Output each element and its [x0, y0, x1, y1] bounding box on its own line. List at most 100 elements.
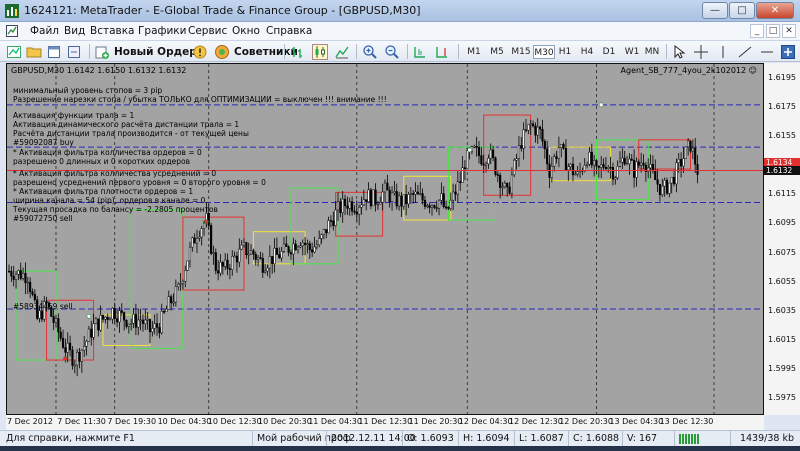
timeframe-h4[interactable]: H4 [579, 45, 595, 59]
timeframe-m5[interactable]: M5 [489, 45, 505, 59]
candle-body [177, 284, 180, 287]
candle-body [69, 342, 72, 351]
candle-body [461, 167, 464, 183]
ea-info-line: Текущая просадка по балансу = -2.2805 пр… [13, 205, 218, 214]
price-scale[interactable]: 1.61951.61751.61551.61351.61151.60951.60… [764, 63, 800, 415]
horizontal-line-tool-button[interactable] [759, 43, 775, 60]
line-chart-button[interactable] [334, 43, 350, 60]
candle-body [254, 253, 257, 260]
candle-body [383, 182, 387, 193]
zoom-out-button[interactable] [384, 43, 400, 60]
candle-body [672, 176, 676, 185]
candle-body [160, 311, 163, 334]
line-chart-icon [335, 46, 349, 58]
vertical-line-tool-button[interactable] [715, 43, 731, 60]
mdi-restore-button[interactable]: □ [766, 24, 780, 38]
bid-price-tag: 1.6134 [764, 157, 800, 167]
candlestick-button[interactable] [312, 43, 328, 60]
chart-window[interactable]: GBPUSD,M30 1.6142 1.6150 1.6132 1.6132 A… [0, 62, 800, 430]
new-chart-button[interactable] [6, 43, 22, 60]
mdi-minimize-button[interactable]: _ [750, 24, 764, 38]
navigator-button[interactable] [66, 43, 82, 60]
candle-body [687, 140, 690, 148]
candle-body [492, 149, 495, 159]
candle-body [163, 311, 166, 313]
market-watch-button[interactable] [46, 43, 62, 60]
timeframe-m30[interactable]: M30 [533, 45, 555, 59]
candle-body [419, 193, 422, 195]
candle-body [134, 314, 137, 328]
candle-body [590, 151, 593, 166]
minimize-button[interactable]: — [702, 2, 728, 19]
timeframe-m1[interactable]: M1 [466, 45, 482, 59]
timeframe-w1[interactable]: W1 [623, 45, 641, 59]
timeframe-m15[interactable]: M15 [511, 45, 531, 59]
new-order-button[interactable]: Новый Ордер [94, 43, 197, 60]
menu-tools[interactable]: Сервис [188, 25, 227, 37]
candle-body [536, 126, 539, 136]
candle-body [207, 213, 210, 226]
candle-body [92, 323, 95, 338]
candle-body [221, 262, 224, 267]
price-scale-label: 1.6195 [768, 72, 796, 82]
time-scale-label: 7 Dec 19:30 [107, 417, 157, 426]
price-scale-label: 1.6115 [768, 189, 796, 199]
candle-body [165, 308, 168, 312]
chart-canvas[interactable]: GBPUSD,M30 1.6142 1.6150 1.6132 1.6132 A… [6, 63, 764, 415]
bar-chart-button[interactable] [290, 43, 306, 60]
taskbar-strip [0, 446, 800, 451]
candle-body [116, 318, 119, 323]
connection-status[interactable] [674, 431, 730, 446]
candle-body [675, 162, 678, 185]
candle-body [696, 164, 699, 175]
trade-arrow-marker [86, 313, 92, 319]
profiles-button[interactable] [26, 43, 42, 60]
candle-body [308, 243, 311, 251]
candle-body [104, 316, 107, 320]
zoom-in-button[interactable] [362, 43, 378, 60]
candle-body [238, 248, 241, 263]
candle-body [508, 186, 511, 194]
trendline-tool-button[interactable] [737, 43, 753, 60]
cursor-tool-button[interactable] [671, 43, 687, 60]
trendline-icon [738, 46, 752, 57]
candle-body [113, 308, 116, 320]
candle-body [78, 351, 81, 362]
time-scale-label: 11 Dec 20:30 [408, 417, 463, 426]
chart-shift-button[interactable] [434, 43, 450, 60]
candle-body [501, 186, 504, 189]
menu-charts[interactable]: Графики [138, 25, 186, 37]
order-label-sell: #58934459 sell [13, 302, 73, 311]
maximize-button[interactable]: □ [729, 2, 755, 19]
close-button[interactable]: ✕ [756, 2, 794, 19]
price-scale-label: 1.5975 [768, 393, 796, 403]
candle-body [296, 246, 300, 251]
signals-button[interactable] [192, 43, 208, 60]
timeframe-d1[interactable]: D1 [601, 45, 617, 59]
mdi-close-button[interactable]: ✕ [782, 24, 796, 38]
time-scale-label: 12 Dec 04:30 [458, 417, 513, 426]
crosshair-tool-button[interactable] [693, 43, 709, 60]
candle-body [10, 271, 13, 277]
menu-file[interactable]: Файл [30, 25, 59, 37]
candle-body [522, 129, 525, 149]
price-scale-label: 1.6035 [768, 305, 796, 315]
add-object-button[interactable] [780, 43, 796, 60]
expert-advisors-button[interactable]: Советники [214, 43, 298, 60]
timeframe-h1[interactable]: H1 [557, 45, 573, 59]
candle-body [193, 237, 196, 244]
autoscroll-button[interactable] [412, 43, 428, 60]
menu-insert[interactable]: Вставка [90, 25, 135, 37]
timeframe-mn[interactable]: MN [643, 45, 661, 59]
menu-window[interactable]: Окно [232, 25, 260, 37]
current-price-tag: 1.6132 [764, 166, 800, 176]
menu-view[interactable]: Вид [64, 25, 85, 37]
new-order-icon [95, 46, 109, 59]
menu-help[interactable]: Справка [266, 25, 312, 37]
time-scale[interactable]: 7 Dec 2012 7 Dec 11:30 7 Dec 19:30 10 Dec 0… [6, 415, 764, 430]
candle-body [447, 206, 450, 209]
candle-body [24, 273, 27, 284]
candle-body [369, 189, 372, 207]
candle-body [66, 342, 69, 353]
chart-window-icon[interactable] [6, 25, 18, 37]
